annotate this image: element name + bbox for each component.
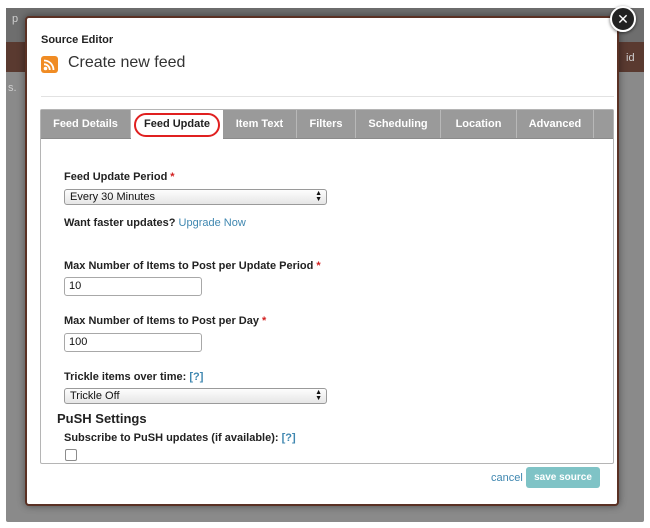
modal-title: Source Editor [41, 34, 114, 46]
required-mark: * [170, 171, 175, 183]
tab-feed-details[interactable]: Feed Details [41, 110, 131, 138]
page-title: Create new feed [68, 54, 186, 71]
trickle-help-link[interactable]: [?] [189, 371, 203, 383]
trickle-select[interactable]: Trickle Off ▲ ▼ [64, 388, 327, 404]
faster-updates-text: Want faster updates? Upgrade Now [64, 217, 246, 229]
max-per-day-input[interactable]: 100 [64, 333, 202, 352]
max-per-day-label: Max Number of Items to Post per Day * [64, 315, 267, 327]
tab-location[interactable]: Location [441, 110, 517, 138]
divider [41, 96, 614, 97]
source-editor-modal: Source Editor Create new feed Feed Detai… [25, 16, 619, 506]
push-subscribe-label: Subscribe to PuSH updates (if available)… [64, 432, 296, 444]
select-arrows-icon: ▲ ▼ [315, 389, 322, 402]
trickle-label: Trickle items over time: [?] [64, 371, 204, 383]
update-period-value: Every 30 Minutes [70, 191, 155, 203]
save-source-button[interactable]: save source [526, 467, 600, 488]
select-arrows-icon: ▲ ▼ [315, 190, 322, 203]
push-help-link[interactable]: [?] [282, 432, 296, 444]
background-text: p [12, 13, 19, 25]
tab-bar: Feed Details Feed Update Item Text Filte… [41, 110, 613, 139]
upgrade-now-link[interactable]: Upgrade Now [179, 217, 246, 229]
background-text: id [626, 52, 635, 64]
highlight-oval [134, 113, 220, 137]
tab-advanced[interactable]: Advanced [517, 110, 594, 138]
close-icon[interactable]: ✕ [610, 6, 636, 32]
background-text: s. [8, 82, 17, 94]
required-mark: * [262, 315, 267, 327]
tab-filters[interactable]: Filters [297, 110, 356, 138]
rss-icon [41, 56, 58, 73]
max-per-period-input[interactable]: 10 [64, 277, 202, 296]
feed-form-panel: Feed Details Feed Update Item Text Filte… [40, 109, 614, 464]
update-period-label: Feed Update Period * [64, 171, 175, 183]
push-settings-heading: PuSH Settings [57, 411, 147, 426]
tab-item-text[interactable]: Item Text [223, 110, 297, 138]
max-per-period-label: Max Number of Items to Post per Update P… [64, 260, 321, 272]
trickle-value: Trickle Off [70, 390, 120, 402]
tab-feed-update[interactable]: Feed Update [131, 110, 223, 139]
required-mark: * [316, 260, 321, 272]
tab-scheduling[interactable]: Scheduling [356, 110, 441, 138]
cancel-link[interactable]: cancel [491, 472, 523, 484]
push-subscribe-checkbox[interactable] [65, 449, 77, 461]
update-period-select[interactable]: Every 30 Minutes ▲ ▼ [64, 189, 327, 205]
